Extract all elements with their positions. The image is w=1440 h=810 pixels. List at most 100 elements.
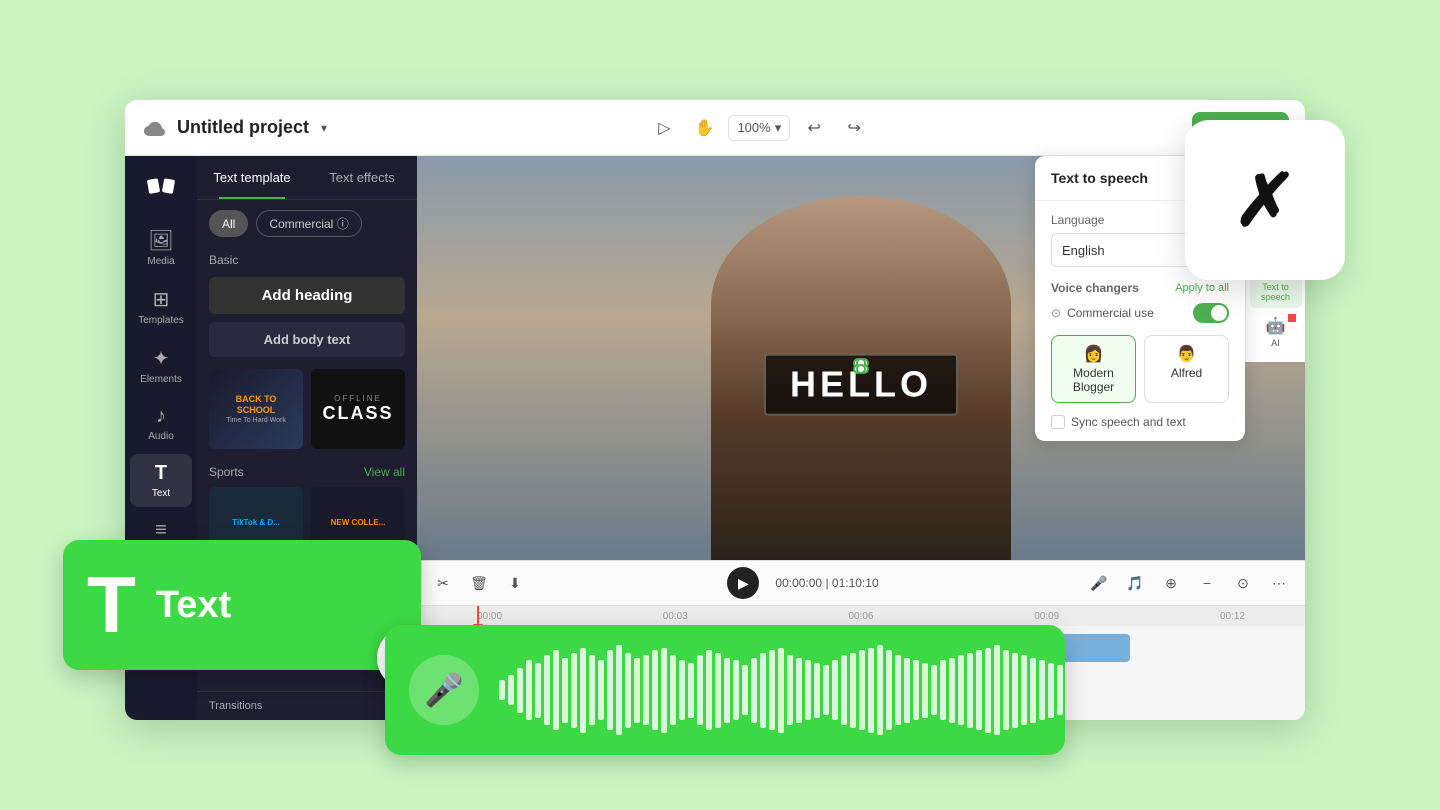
timeline-ruler: 00:00 00:03 00:06 00:09 00:12 <box>417 606 1305 626</box>
sidebar-item-media[interactable]: 🖼 Media <box>130 220 192 275</box>
filter-commercial-button[interactable]: Commercial ⓘ <box>256 210 361 237</box>
wave-bar <box>571 653 577 728</box>
capcut-logo-overlay: ✗ <box>1185 120 1345 280</box>
mic-icon: 🎤 <box>424 671 464 709</box>
wave-bar <box>868 648 874 733</box>
wave-bar <box>535 663 541 718</box>
ai-right-icon: 🤖 <box>1266 316 1286 336</box>
wave-bar <box>859 650 865 730</box>
sync-checkbox[interactable] <box>1051 415 1065 429</box>
view-all-button[interactable]: View all <box>364 465 405 479</box>
wave-bar <box>814 663 820 718</box>
apply-to-all-button[interactable]: Apply to all <box>1175 282 1229 294</box>
class-template-label: CLASS <box>322 403 393 424</box>
current-time: 00:00:00 <box>775 576 822 590</box>
big-t-icon: T <box>87 565 136 645</box>
voice-option-modern-blogger[interactable]: 👩 Modern Blogger <box>1051 335 1136 403</box>
sync-label: Sync speech and text <box>1071 415 1186 429</box>
zoom-display[interactable]: 100% ▾ <box>728 115 790 141</box>
redo-button[interactable]: ↪ <box>838 112 870 144</box>
cloud-icon <box>141 114 169 142</box>
templates-icon: ⊞ <box>153 287 170 312</box>
undo-button[interactable]: ↩ <box>798 112 830 144</box>
tab-text-template[interactable]: Text template <box>197 156 307 199</box>
mic-circle: 🎤 <box>409 655 479 725</box>
mark-12: 00:12 <box>1220 611 1245 622</box>
filter-all-button[interactable]: All <box>209 210 248 237</box>
wave-bar <box>886 650 892 730</box>
wave-bar <box>724 658 730 723</box>
text-sidebar-icon: T <box>155 462 167 485</box>
voice-changers-label: Voice changers <box>1051 281 1139 295</box>
text-label: Text <box>152 488 170 499</box>
mark-9: 00:09 <box>1034 611 1059 622</box>
cut-button[interactable]: ✂ <box>429 569 457 597</box>
wave-bar <box>904 658 910 723</box>
wave-bar <box>877 645 883 735</box>
wave-bar <box>922 663 928 718</box>
wave-bar <box>760 653 766 728</box>
mark-6: 00:06 <box>848 611 873 622</box>
tts-right-label: Text to speech <box>1256 282 1296 302</box>
play-button[interactable]: ▶ <box>727 567 759 599</box>
text-overlay-label: Text <box>156 584 231 627</box>
timeline-controls: ✂ 🗑 ⬇ ▶ 00:00:00 | 01:10:10 🎤 🎵 ⊕ − <box>417 561 1305 606</box>
template-card-school[interactable]: BACK TO SCHOOL Time To Hard Work <box>209 369 303 449</box>
template-card-class[interactable]: OFFLINE CLASS <box>311 369 405 449</box>
sidebar-item-elements[interactable]: ✦ Elements <box>130 338 192 393</box>
hello-text-overlay[interactable]: HELLO <box>764 354 958 416</box>
wave-bar <box>832 660 838 720</box>
wave-bar <box>634 658 640 723</box>
waveform <box>499 650 1063 730</box>
split-button[interactable]: ⊕ <box>1157 569 1185 597</box>
delete-button[interactable]: 🗑 <box>465 569 493 597</box>
project-title: Untitled project <box>177 117 309 138</box>
wave-bar <box>706 650 712 730</box>
select-tool-button[interactable]: ▷ <box>648 112 680 144</box>
wave-bar <box>553 650 559 730</box>
sidebar-item-text[interactable]: T Text <box>130 454 192 507</box>
wave-bar <box>733 660 739 720</box>
basic-section-label: Basic <box>197 247 417 273</box>
top-bar-left: Untitled project ▾ <box>141 114 327 142</box>
voice-option-alfred[interactable]: 👨 Alfred <box>1144 335 1229 403</box>
mic-timeline-button[interactable]: 🎤 <box>1085 569 1113 597</box>
wave-bar <box>1039 660 1045 720</box>
more-options-button[interactable]: ⋯ <box>1265 569 1293 597</box>
wave-bar <box>508 675 514 705</box>
wave-bar <box>787 655 793 725</box>
sports-section-label: Sports <box>209 465 244 479</box>
templates-label: Templates <box>138 315 184 326</box>
wave-bar <box>1012 653 1018 728</box>
ruler-marks: 00:00 00:03 00:06 00:09 00:12 <box>477 611 1245 622</box>
wave-bar <box>841 655 847 725</box>
wave-bar <box>697 655 703 725</box>
elements-icon: ✦ <box>153 346 170 371</box>
elements-label: Elements <box>140 374 182 385</box>
download-button[interactable]: ⬇ <box>501 569 529 597</box>
wave-bar <box>1030 658 1036 723</box>
audio-label: Audio <box>148 431 174 442</box>
minus-button[interactable]: − <box>1193 569 1221 597</box>
text-icon-overlay: T Text → <box>63 540 421 670</box>
voice-modern-blogger-label: Modern Blogger <box>1056 366 1131 394</box>
wave-bar <box>796 658 802 723</box>
sidebar-item-audio[interactable]: ♪ Audio <box>130 397 192 450</box>
top-bar: Untitled project ▾ ▷ ✋ 100% ▾ ↩ ↪ ↑ Expo… <box>125 100 1305 156</box>
add-body-text-button[interactable]: Add body text <box>209 322 405 357</box>
wave-bar <box>742 665 748 715</box>
mark-3: 00:03 <box>663 611 688 622</box>
zoom-out-button[interactable]: ⊙ <box>1229 569 1257 597</box>
commercial-toggle[interactable] <box>1193 303 1229 323</box>
voice-options: 👩 Modern Blogger 👨 Alfred <box>1051 335 1229 403</box>
wave-bar <box>679 660 685 720</box>
sidebar-item-templates[interactable]: ⊞ Templates <box>130 279 192 334</box>
music-button[interactable]: 🎵 <box>1121 569 1149 597</box>
right-tool-ai[interactable]: 🤖 AI <box>1250 310 1302 354</box>
hand-tool-button[interactable]: ✋ <box>688 112 720 144</box>
wave-bar <box>625 653 631 728</box>
chevron-down-icon[interactable]: ▾ <box>321 121 327 135</box>
tts-title: Text to speech <box>1051 170 1148 186</box>
add-heading-button[interactable]: Add heading <box>209 277 405 314</box>
tab-text-effects[interactable]: Text effects <box>307 156 417 199</box>
